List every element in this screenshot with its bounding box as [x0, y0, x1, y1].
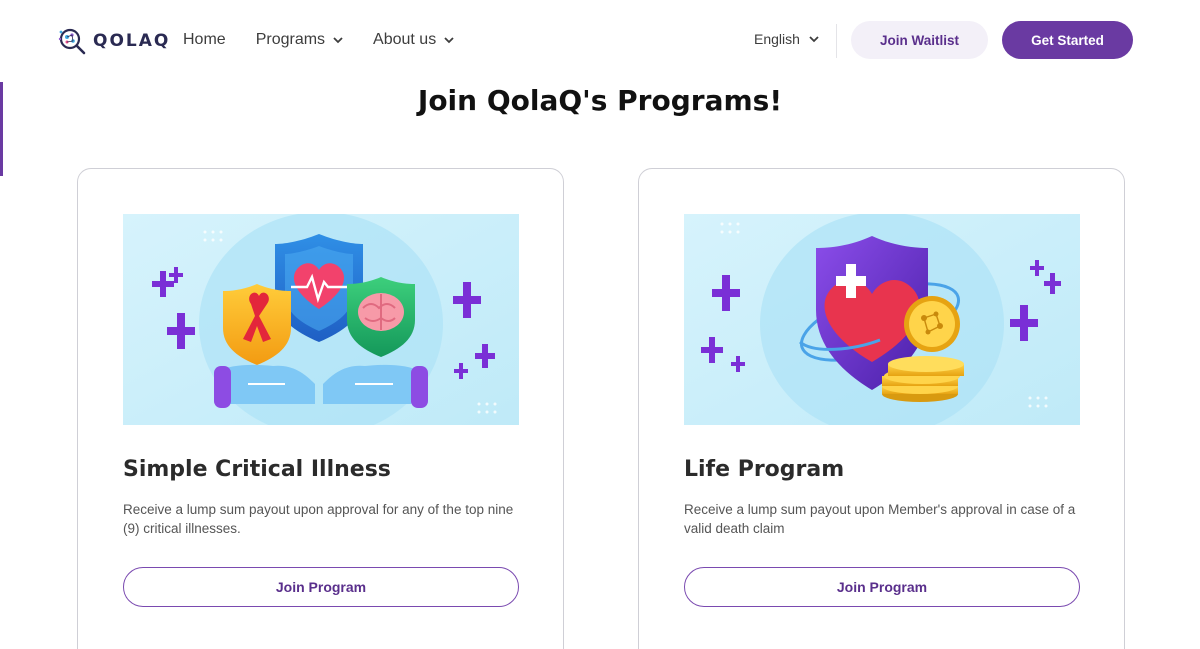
nav-item-label: Home	[183, 31, 226, 48]
shield-heart-coins-icon	[684, 214, 1080, 425]
shields-heart-ribbon-brain-icon	[123, 214, 519, 425]
program-description: Receive a lump sum payout upon approval …	[123, 502, 514, 536]
top-navbar: QOLAQ Home Programs About us English Joi…	[0, 0, 1200, 82]
program-title: Life Program	[684, 457, 845, 482]
program-card-critical-illness: Simple Critical Illness Receive a lump s…	[77, 168, 564, 649]
logo-icon	[58, 28, 86, 55]
nav-item-home[interactable]: Home	[183, 31, 226, 49]
brand-logo[interactable]: QOLAQ	[57, 26, 170, 56]
page-title: Join QolaQ's Programs!	[417, 84, 783, 117]
join-program-button[interactable]: Join Program	[684, 567, 1080, 607]
program-card-life: Life Program Receive a lump sum payout u…	[638, 168, 1125, 649]
life-program-illustration	[684, 214, 1080, 425]
language-label: English	[754, 31, 800, 47]
nav-item-label: Programs	[255, 31, 326, 48]
join-program-button[interactable]: Join Program	[123, 567, 519, 607]
nav-item-programs[interactable]: Programs	[256, 31, 343, 49]
chevron-down-icon	[809, 34, 819, 44]
nav-item-about-us[interactable]: About us	[373, 31, 454, 49]
chevron-down-icon	[444, 35, 454, 45]
brand-name: QOLAQ	[93, 31, 171, 51]
get-started-button[interactable]: Get Started	[1002, 21, 1133, 59]
program-title: Simple Critical Illness	[123, 457, 391, 482]
language-selector[interactable]: English	[754, 31, 819, 47]
critical-illness-illustration	[123, 214, 519, 425]
header-divider	[836, 24, 837, 58]
program-description: Receive a lump sum payout upon Member's …	[684, 502, 1076, 536]
join-waitlist-button[interactable]: Join Waitlist	[851, 21, 988, 59]
nav-item-label: About us	[373, 31, 437, 48]
main-nav: Home Programs About us	[183, 31, 484, 49]
chevron-down-icon	[333, 35, 343, 45]
